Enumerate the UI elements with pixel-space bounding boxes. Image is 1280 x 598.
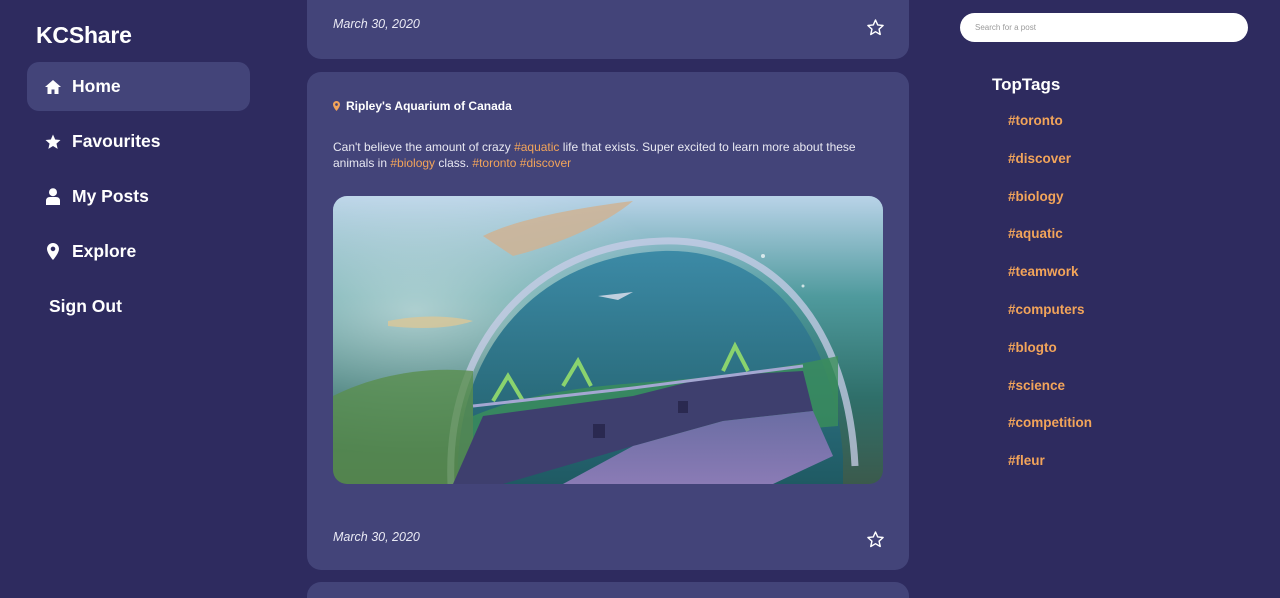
tag-link[interactable]: #teamwork — [1008, 264, 1092, 302]
post-location-label: Ripley's Aquarium of Canada — [346, 99, 512, 113]
sidebar-item-my-posts[interactable]: My Posts — [27, 172, 250, 221]
app-root: KCShare Home Favourites My Posts Explore — [0, 0, 1280, 598]
hashtag-link[interactable]: #aquatic — [514, 140, 559, 154]
tag-link[interactable]: #competition — [1008, 415, 1092, 453]
post-date: March 30, 2020 — [333, 17, 420, 31]
map-pin-icon — [333, 101, 340, 111]
sidebar-item-label: Home — [72, 76, 121, 96]
sidebar-item-label: My Posts — [72, 186, 149, 206]
tag-link[interactable]: #aquatic — [1008, 226, 1092, 264]
sidebar-item-explore[interactable]: Explore — [27, 227, 250, 276]
tag-link[interactable]: #science — [1008, 378, 1092, 416]
favourite-star-icon[interactable] — [865, 529, 885, 549]
brand-logo[interactable]: KCShare — [36, 22, 132, 49]
sidebar-item-favourites[interactable]: Favourites — [27, 117, 250, 166]
post-card: Ripley's Aquarium of Canada Can't believ… — [307, 72, 909, 570]
hashtag-link[interactable]: #biology — [390, 156, 435, 170]
top-tags-list: #toronto #discover #biology #aquatic #te… — [1008, 113, 1092, 491]
post-image-aquarium-tunnel[interactable] — [333, 196, 883, 484]
tag-link[interactable]: #biology — [1008, 189, 1092, 227]
post-card-previous: March 30, 2020 — [307, 0, 909, 59]
star-icon — [44, 133, 62, 151]
sidebar-item-label: Favourites — [72, 131, 161, 151]
tag-link[interactable]: #toronto — [1008, 113, 1092, 151]
sidebar-item-label: Sign Out — [49, 296, 122, 316]
sidebar-item-label: Explore — [72, 241, 137, 261]
post-body: Can't believe the amount of crazy #aquat… — [333, 139, 873, 171]
post-text-segment: Can't believe the amount of crazy — [333, 140, 515, 154]
post-date: March 30, 2020 — [333, 530, 420, 544]
sidebar-item-sign-out[interactable]: Sign Out — [27, 282, 250, 331]
tag-link[interactable]: #discover — [1008, 151, 1092, 189]
sidebar-nav: Home Favourites My Posts Explore Sign Ou… — [27, 62, 250, 337]
tag-link[interactable]: #computers — [1008, 302, 1092, 340]
tag-link[interactable]: #blogto — [1008, 340, 1092, 378]
user-icon — [44, 188, 62, 206]
hashtag-link[interactable]: #toronto — [472, 156, 516, 170]
search-input[interactable] — [960, 13, 1248, 42]
tag-link[interactable]: #fleur — [1008, 453, 1092, 491]
sidebar-item-home[interactable]: Home — [27, 62, 250, 111]
hashtag-link[interactable]: #discover — [520, 156, 571, 170]
top-tags-title: TopTags — [992, 75, 1061, 94]
favourite-star-icon[interactable] — [865, 17, 885, 37]
map-pin-icon — [44, 243, 62, 261]
post-location[interactable]: Ripley's Aquarium of Canada — [333, 99, 512, 113]
home-icon — [44, 78, 62, 96]
post-card-next — [307, 582, 909, 598]
post-text-segment: class. — [435, 156, 473, 170]
